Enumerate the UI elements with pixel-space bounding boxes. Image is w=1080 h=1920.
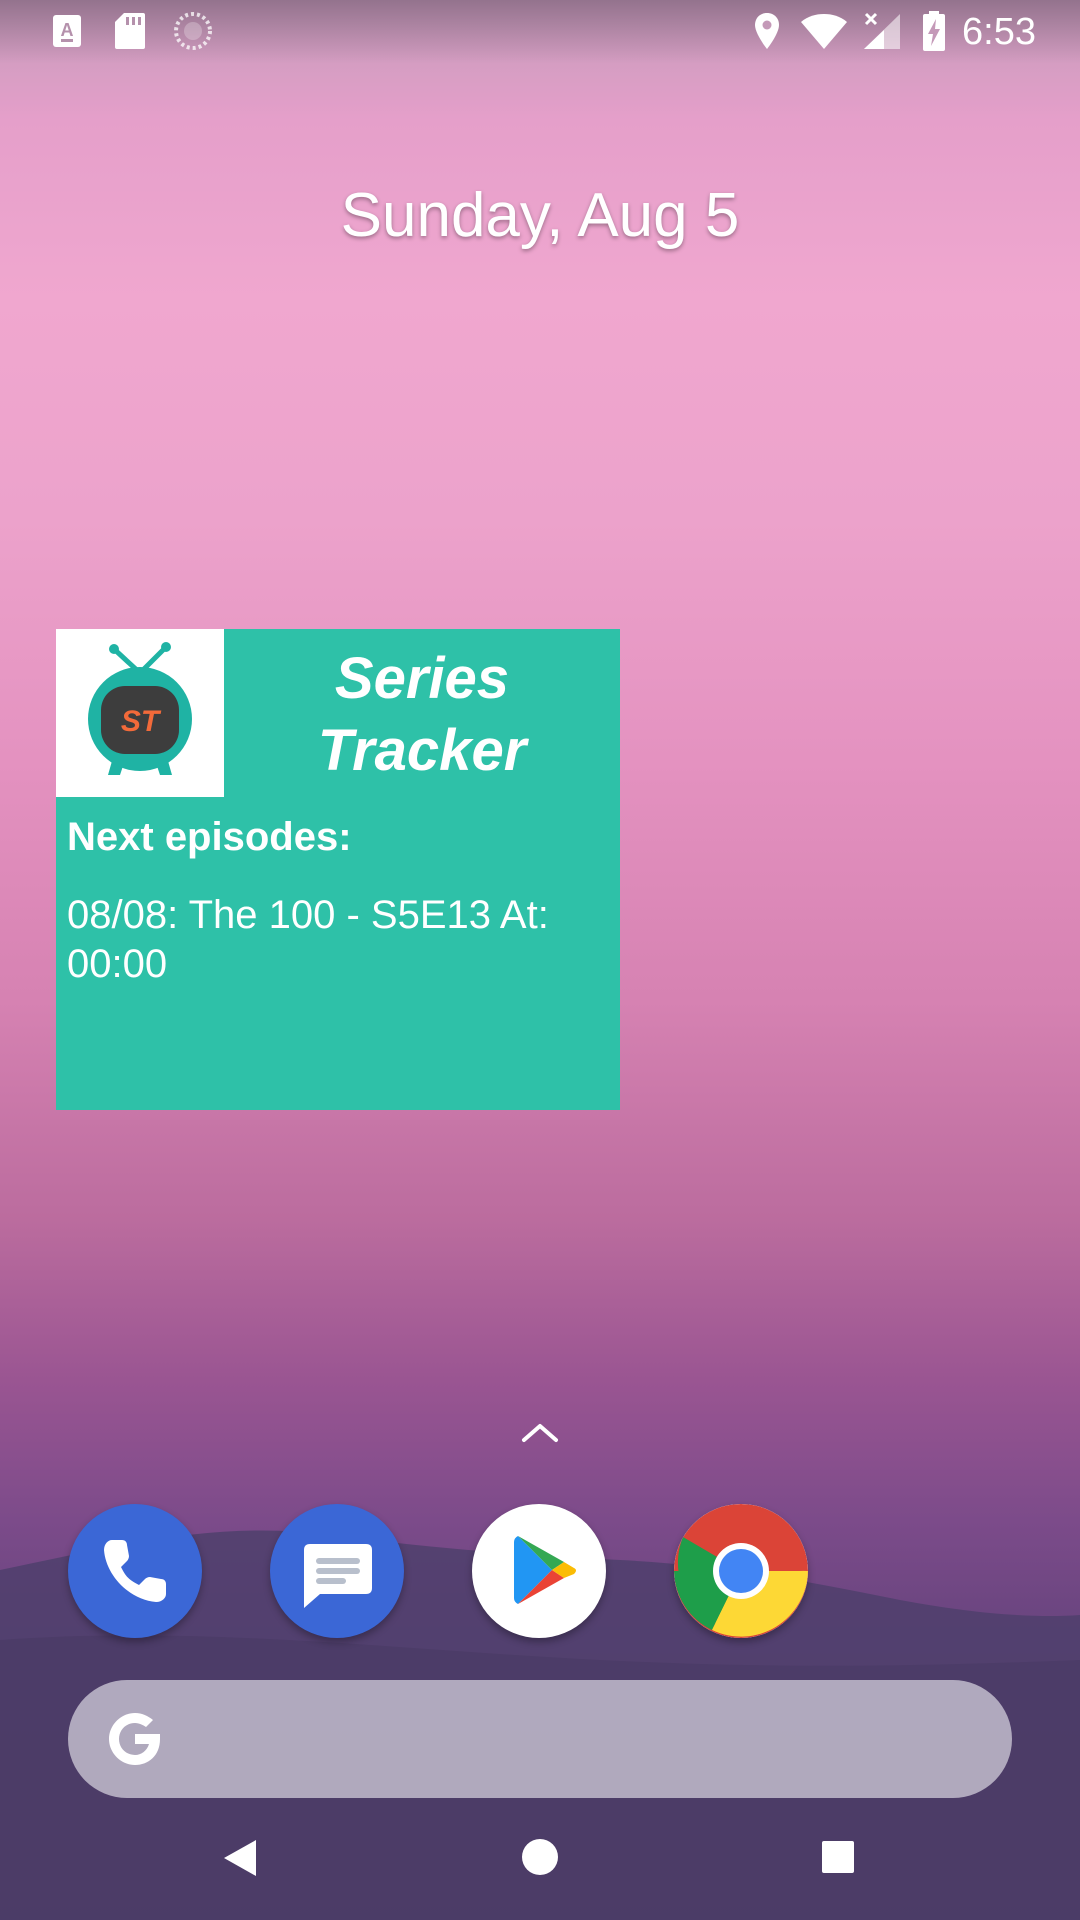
widget-title: Series Tracker (317, 646, 527, 783)
cell-signal-off-icon (864, 12, 900, 49)
widget-logo: ST (56, 629, 224, 797)
google-search-bar[interactable] (68, 1680, 1012, 1798)
widget-episode-item[interactable]: 08/08: The 100 - S5E13 At: 00:00 (67, 891, 607, 989)
dock-app-play-store[interactable] (472, 1504, 606, 1638)
notification-a-icon: A (53, 15, 81, 47)
phone-icon (104, 1540, 166, 1602)
app-drawer-chevron-icon[interactable] (518, 1414, 562, 1450)
home-button-icon[interactable] (521, 1838, 559, 1876)
battery-charging-icon (923, 11, 945, 51)
widget-subheading: Next episodes: (67, 815, 352, 859)
status-time: 6:53 (962, 11, 1036, 53)
status-bar: A 6:53 (0, 0, 1080, 64)
dock-app-chrome[interactable] (674, 1504, 808, 1638)
tv-logo-icon: ST (88, 642, 192, 775)
series-tracker-widget[interactable]: ST Series Tracker Next episodes: 08/08: … (56, 629, 620, 1110)
messages-icon (304, 1544, 372, 1608)
chrome-icon (674, 1504, 808, 1638)
home-screen: A 6:53 Sunday, Aug 5 ST Series Tracker N… (0, 0, 1080, 1920)
back-icon[interactable] (222, 1838, 258, 1878)
play-store-icon (514, 1536, 576, 1604)
wifi-icon (801, 14, 847, 49)
location-icon (755, 13, 779, 49)
date-label[interactable]: Sunday, Aug 5 (0, 178, 1080, 254)
sd-card-icon (115, 13, 145, 49)
svg-text:A: A (61, 20, 74, 40)
google-g-icon (109, 1713, 160, 1765)
dock-app-phone[interactable] (68, 1504, 202, 1638)
sync-icon (174, 12, 212, 50)
widget-logo-text: ST (121, 705, 162, 738)
dock-app-messages[interactable] (270, 1504, 404, 1638)
recents-icon[interactable] (821, 1840, 855, 1874)
